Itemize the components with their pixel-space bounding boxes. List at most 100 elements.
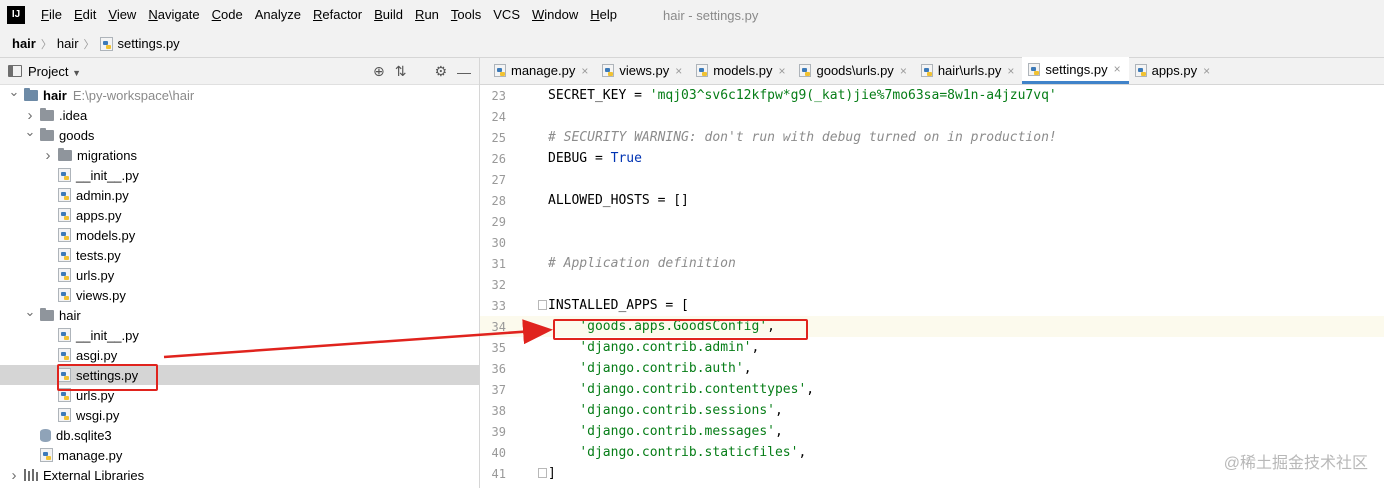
tree-item[interactable]: ›__init__.py [0,165,479,185]
code-line[interactable]: 37 'django.contrib.contenttypes', [480,379,1384,400]
tree-item[interactable]: ›views.py [0,285,479,305]
code-line[interactable]: 38 'django.contrib.sessions', [480,400,1384,421]
fold-marker-icon[interactable] [538,300,547,310]
code-text: SECRET_KEY = 'mqj03^sv6c12kfpw*g9(_kat)j… [548,88,1057,103]
editor-tab[interactable]: hair\urls.py × [915,57,1023,84]
line-number: 37 [491,382,506,397]
locate-file-icon[interactable]: ⊕ [373,63,385,80]
editor-tab[interactable]: manage.py × [488,57,596,84]
code-area[interactable]: 23 SECRET_KEY = 'mqj03^sv6c12kfpw*g9(_kat… [480,85,1384,488]
line-number: 34 [491,319,506,334]
close-icon[interactable]: × [900,64,907,78]
menu-item-label: un [424,7,439,22]
line-number: 23 [491,88,506,103]
menu-item-mnemonic: N [148,7,158,22]
menu-item-label: elp [599,7,617,22]
close-icon[interactable]: × [1007,64,1014,78]
chevron-right-icon[interactable]: › [8,467,20,484]
library-bar [24,469,26,481]
menu-item-tools[interactable]: Tools [445,0,487,30]
breadcrumb-separator-icon: 〉 [83,38,95,51]
code-line[interactable]: 29 [480,211,1384,232]
code-line[interactable]: 32 [480,274,1384,295]
code-line[interactable]: 31 # Application definition [480,253,1384,274]
tree-item[interactable]: ›models.py [0,225,479,245]
line-number: 41 [491,466,506,481]
chevron-right-icon[interactable]: › [42,147,54,164]
project-view-selector[interactable]: Project ▼ [28,64,81,79]
tree-item[interactable]: ›admin.py [0,185,479,205]
menu-item-navigate[interactable]: Navigate [142,0,205,30]
editor-tab[interactable]: apps.py × [1129,57,1219,84]
module-folder-icon [24,87,38,101]
close-icon[interactable]: × [1114,62,1121,76]
tree-item[interactable]: ›urls.py [0,265,479,285]
python-file-icon [58,188,71,202]
chevron-down-icon: ▼ [72,67,82,78]
code-line[interactable]: 35 'django.contrib.admin', [480,337,1384,358]
python-file-icon [58,268,71,282]
chevron-down-icon[interactable]: ⌄ [8,84,20,99]
tree-item[interactable]: › .idea [0,105,479,125]
tree-item[interactable]: ›wsgi.py [0,405,479,425]
code-line[interactable]: 30 [480,232,1384,253]
python-file-icon [58,208,71,222]
tree-item[interactable]: ›db.sqlite3 [0,425,479,445]
menu-item-view[interactable]: View [102,0,142,30]
menu-item-refactor[interactable]: Refactor [307,0,368,30]
close-icon[interactable]: × [778,64,785,78]
menu-item-code[interactable]: Code [206,0,249,30]
collapse-all-icon[interactable]: ⇅ [395,63,407,80]
chevron-down-icon[interactable]: ⌄ [24,304,36,319]
menu-item-window[interactable]: Window [526,0,584,30]
menu-item-file[interactable]: File [35,0,68,30]
menu-item-analyze[interactable]: Analyze [249,0,307,30]
close-icon[interactable]: × [1203,64,1210,78]
tree-item[interactable]: ⌄ hair [0,304,479,325]
editor-tab[interactable]: views.py × [596,57,690,84]
code-line[interactable]: 27 [480,169,1384,190]
code-line[interactable]: 25 # SECURITY WARNING: don't run with deb… [480,127,1384,148]
tree-item[interactable]: ›asgi.py [0,345,479,365]
code-line[interactable]: 26 DEBUG = True [480,148,1384,169]
tree-item[interactable]: ⌄ goods [0,124,479,145]
tree-item[interactable]: › External Libraries [0,465,479,485]
chevron-right-icon[interactable]: › [24,107,36,124]
menu-item-help[interactable]: Help [584,0,623,30]
editor-tab[interactable]: goods\urls.py × [793,57,914,84]
gear-icon[interactable]: ⚙ [434,63,447,80]
breadcrumb-folder[interactable]: hair [57,36,79,51]
menu-item-edit[interactable]: Edit [68,0,102,30]
tree-item[interactable]: ›manage.py [0,445,479,465]
chevron-down-icon[interactable]: ⌄ [24,124,36,139]
code-text: 'django.contrib.auth', [579,361,752,376]
menu-item-run[interactable]: Run [409,0,445,30]
editor-tab[interactable]: settings.py × [1022,57,1129,84]
tree-item[interactable]: ›apps.py [0,205,479,225]
intellij-logo-icon[interactable]: IJ [7,6,25,24]
python-file-icon [58,168,71,182]
code-line[interactable]: 36 'django.contrib.auth', [480,358,1384,379]
fold-marker-icon[interactable] [538,468,547,478]
tree-item[interactable]: ⌄ hair E:\py-workspace\hair [0,84,479,105]
hide-panel-icon[interactable]: — [457,64,471,80]
annotation-highlight-settings-file [57,364,158,391]
python-file-icon [696,64,709,77]
close-icon[interactable]: × [581,64,588,78]
code-line[interactable]: 24 [480,106,1384,127]
code-line[interactable]: 28 ALLOWED_HOSTS = [] [480,190,1384,211]
tree-item[interactable]: › migrations [0,145,479,165]
tree-item[interactable]: ›__init__.py [0,325,479,345]
editor-tab-label: apps.py [1151,63,1198,78]
menu-item-build[interactable]: Build [368,0,409,30]
code-line[interactable]: 39 'django.contrib.messages', [480,421,1384,442]
tree-item[interactable]: ›tests.py [0,245,479,265]
breadcrumb-project[interactable]: hair [12,36,36,51]
editor-tab[interactable]: models.py × [690,57,793,84]
breadcrumb-file[interactable]: settings.py [99,36,180,51]
tree-item-label: .idea [59,107,88,123]
code-line[interactable]: 23 SECRET_KEY = 'mqj03^sv6c12kfpw*g9(_kat… [480,85,1384,106]
code-line[interactable]: 33 INSTALLED_APPS = [ [480,295,1384,316]
menu-item-vcs[interactable]: VCS [487,0,526,30]
close-icon[interactable]: × [675,64,682,78]
